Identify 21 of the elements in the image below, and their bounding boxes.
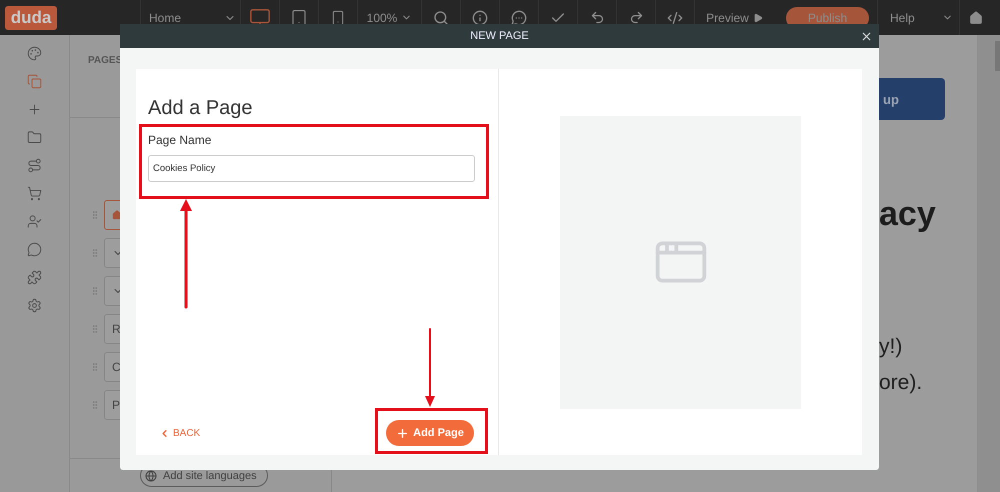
dialog-title: NEW PAGE [470, 30, 529, 42]
body-text: ore). [879, 370, 924, 396]
page-name-field[interactable]: Cookies Policy [148, 155, 475, 182]
drag-handle-icon[interactable] [90, 286, 100, 296]
logo[interactable]: duda [5, 6, 57, 30]
drag-handle-icon[interactable] [90, 324, 100, 334]
play-icon [752, 12, 763, 22]
drag-handle-icon[interactable] [90, 210, 100, 220]
signup-button[interactable]: up [879, 78, 945, 120]
dialog-heading: Add a Page [148, 96, 254, 120]
drag-handle-icon[interactable] [90, 400, 100, 410]
field-label: Page Name [148, 133, 212, 147]
body-text: y!) [879, 334, 904, 360]
back-link[interactable]: BACK [159, 428, 200, 438]
add-page-button[interactable]: Add Page [386, 420, 474, 446]
scrollbar-thumb[interactable] [995, 41, 1000, 71]
globe-icon [145, 470, 157, 482]
plus-icon [396, 426, 410, 440]
page-heading: acy [879, 194, 937, 234]
drag-handle-icon[interactable] [90, 362, 100, 372]
drag-handle-icon[interactable] [90, 248, 100, 258]
